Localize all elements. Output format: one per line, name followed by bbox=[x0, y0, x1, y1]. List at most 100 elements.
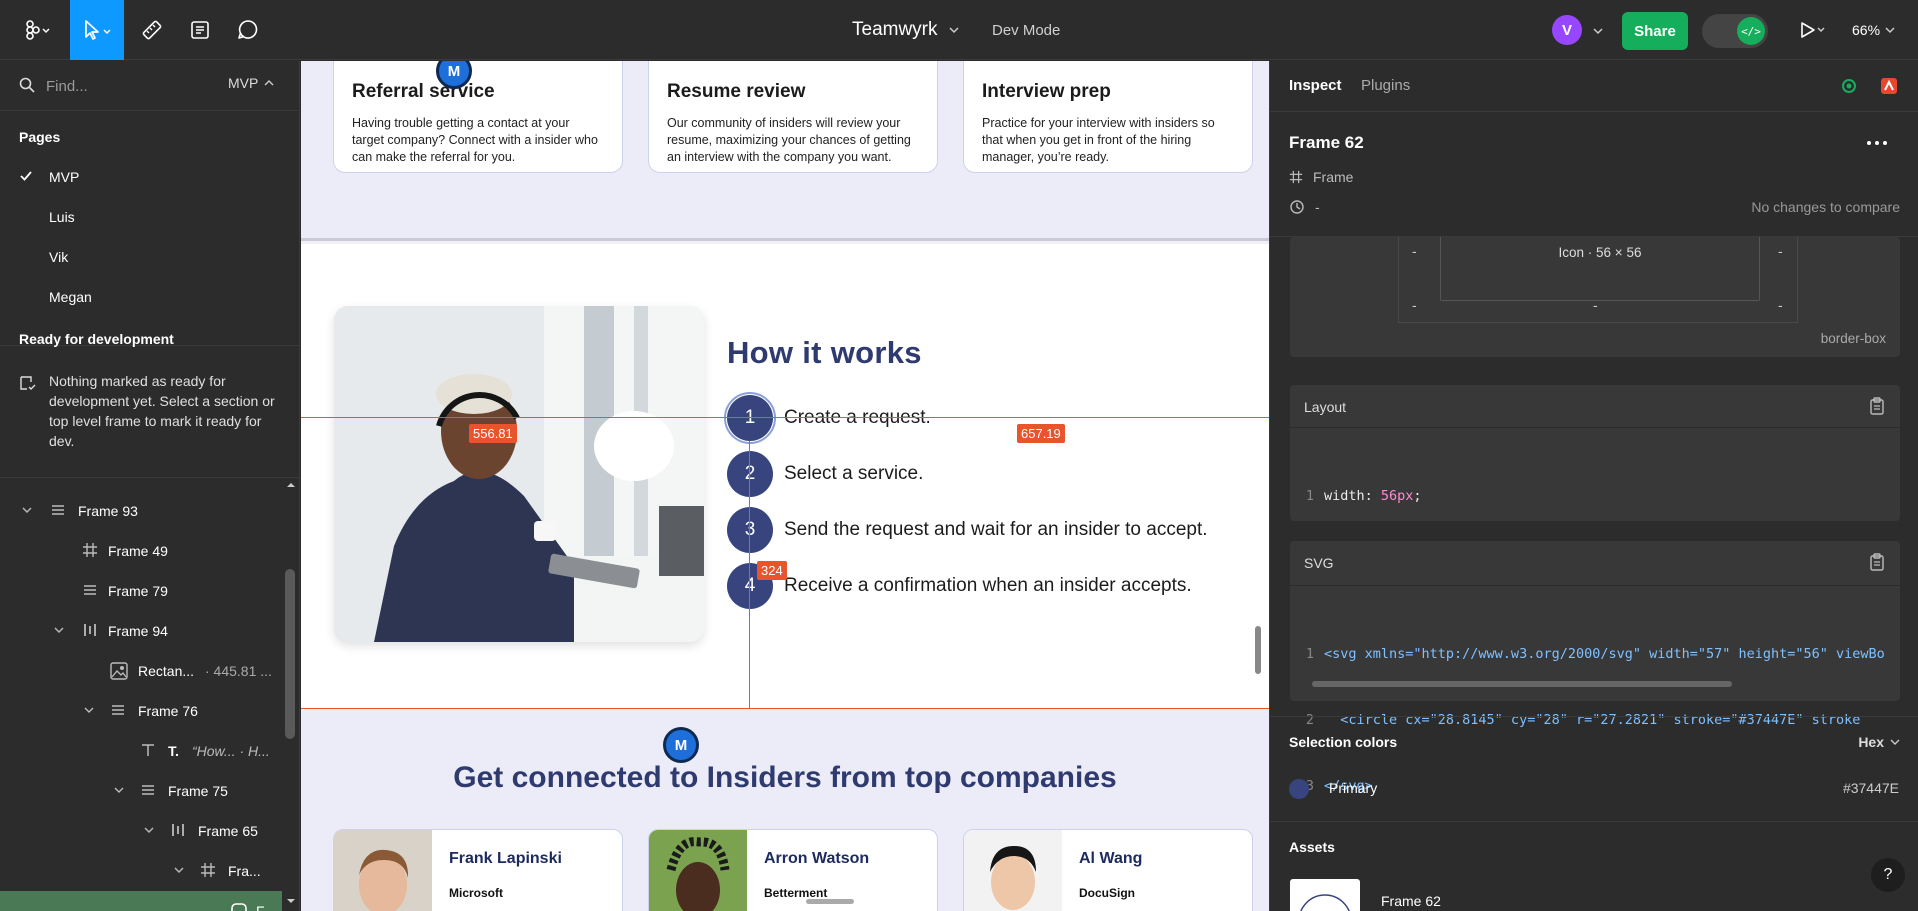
clipboard-icon[interactable] bbox=[1868, 553, 1886, 571]
plugin-icon[interactable] bbox=[1880, 77, 1898, 95]
frame-type-label: Frame bbox=[1313, 169, 1354, 185]
image-icon bbox=[110, 662, 128, 680]
css-property: width bbox=[1324, 488, 1365, 504]
move-tool-button[interactable] bbox=[70, 0, 124, 60]
service-card[interactable]: Referral service Having trouble getting … bbox=[333, 61, 623, 173]
history-icon bbox=[1290, 200, 1304, 214]
layers-scrollbar-thumb[interactable] bbox=[285, 569, 295, 739]
step-item[interactable]: 1 Create a request. bbox=[724, 392, 1247, 444]
document-icon bbox=[191, 21, 209, 39]
insider-card[interactable]: Al Wang DocuSign bbox=[963, 829, 1253, 911]
service-card[interactable]: Interview prep Practice for your intervi… bbox=[963, 61, 1253, 173]
canvas-scrollbar[interactable] bbox=[1255, 626, 1261, 674]
insider-avatar bbox=[334, 830, 432, 911]
dev-mode-toggle[interactable]: </> bbox=[1702, 14, 1768, 48]
layer-row[interactable]: Frame 76 bbox=[0, 691, 282, 731]
caret-down-icon bbox=[114, 787, 124, 793]
layer-row[interactable]: Frame 94 bbox=[0, 611, 282, 651]
layer-name: Frame 94 bbox=[108, 623, 168, 639]
tab-inspect[interactable]: Inspect bbox=[1289, 77, 1342, 94]
insider-company: DocuSign bbox=[1079, 886, 1135, 900]
layer-row[interactable]: Rectan... · 445.81 ... bbox=[0, 651, 282, 691]
panel-divider bbox=[1290, 585, 1900, 586]
chevron-up-icon bbox=[264, 80, 274, 86]
insiders-title: Get connected to Insiders from top compa… bbox=[453, 761, 1117, 794]
layer-search-input[interactable] bbox=[46, 75, 166, 97]
layer-row[interactable]: Frame 93 bbox=[0, 491, 282, 531]
asset-preview-circle bbox=[1300, 894, 1350, 911]
layer-meta: “How... · H... bbox=[192, 743, 270, 759]
insider-card[interactable]: Frank Lapinski Microsoft bbox=[333, 829, 623, 911]
comment-tool-button[interactable] bbox=[228, 0, 268, 60]
line-number: 1 bbox=[1305, 488, 1314, 504]
present-button[interactable] bbox=[1790, 0, 1834, 60]
insider-avatar bbox=[649, 830, 747, 911]
layer-row-selected[interactable]: F. bbox=[0, 891, 282, 911]
support-agent-photo[interactable] bbox=[334, 306, 704, 642]
measure-tool-button[interactable] bbox=[132, 0, 172, 60]
layer-row[interactable]: Fra... bbox=[0, 851, 282, 891]
css-value: 56px bbox=[1380, 488, 1414, 504]
clipboard-icon[interactable] bbox=[1868, 397, 1886, 415]
layout-section: Layout 1width: 56px; 2height: 56px; 3fle… bbox=[1290, 385, 1900, 636]
figma-menu-button[interactable] bbox=[14, 0, 58, 60]
layer-row[interactable]: Frame 49 bbox=[0, 531, 282, 571]
status-dot-icon[interactable] bbox=[1841, 78, 1857, 94]
insider-card[interactable]: Arron Watson Betterment bbox=[648, 829, 938, 911]
caret-down-icon bbox=[54, 627, 64, 633]
tab-plugins[interactable]: Plugins bbox=[1361, 77, 1410, 94]
user-avatar[interactable]: V bbox=[1552, 15, 1582, 45]
share-button[interactable]: Share bbox=[1622, 12, 1688, 50]
annotate-tool-button[interactable] bbox=[180, 0, 220, 60]
step-item[interactable]: 4 Receive a confirmation when an insider… bbox=[727, 563, 1247, 611]
version-value: - bbox=[1315, 199, 1320, 215]
chevron-down-icon bbox=[948, 27, 959, 34]
page-item-mvp[interactable]: MVP bbox=[0, 157, 299, 197]
step-number-icon[interactable]: 1 bbox=[724, 392, 776, 444]
code-horizontal-scrollbar[interactable] bbox=[1312, 681, 1732, 687]
step-number-icon[interactable]: 3 bbox=[727, 507, 773, 553]
page-item-megan[interactable]: Megan bbox=[0, 277, 299, 317]
step-item[interactable]: 3 Send the request and wait for an insid… bbox=[727, 507, 1247, 555]
service-card[interactable]: Resume review Our community of insiders … bbox=[648, 61, 938, 173]
layer-row[interactable]: Frame 65 bbox=[0, 811, 282, 851]
service-description: Our community of insiders will review yo… bbox=[667, 116, 911, 164]
version-row[interactable]: - bbox=[1289, 199, 1320, 215]
selection-color-row[interactable]: Primary #37447E bbox=[1289, 776, 1899, 804]
page-item-vik[interactable]: Vik bbox=[0, 237, 299, 277]
color-swatch bbox=[1289, 779, 1309, 799]
color-format-dropdown[interactable]: Hex bbox=[1858, 734, 1900, 750]
inspect-panel: Inspect Plugins Frame 62 Frame - No chan… bbox=[1269, 61, 1918, 911]
search-row: MVP bbox=[0, 61, 299, 111]
canvas-horizontal-scrollbar[interactable] bbox=[806, 899, 854, 904]
layer-row[interactable]: Frame 79 bbox=[0, 571, 282, 611]
measurement-guide-horizontal bbox=[301, 417, 1269, 418]
chevron-up-icon bbox=[287, 483, 295, 487]
chevron-down-icon[interactable] bbox=[1592, 25, 1604, 37]
page-item-label: Megan bbox=[49, 289, 92, 305]
frame-type-row: Frame bbox=[1289, 169, 1353, 185]
chevron-down-icon bbox=[287, 899, 295, 903]
help-button[interactable]: ? bbox=[1871, 858, 1905, 892]
step-number-icon[interactable]: 2 bbox=[727, 451, 773, 497]
color-hex-value: #37447E bbox=[1842, 780, 1899, 796]
insider-name: Al Wang bbox=[1079, 850, 1143, 867]
measurement-label-right: 657.19 bbox=[1017, 424, 1065, 443]
step-item[interactable]: 2 Select a service. bbox=[727, 451, 1247, 499]
layer-row[interactable]: Frame 75 bbox=[0, 771, 282, 811]
asset-thumbnail[interactable] bbox=[1290, 879, 1360, 911]
assets-title: Assets bbox=[1289, 839, 1335, 855]
vertical-stack-icon bbox=[84, 585, 96, 595]
line-number: 2 bbox=[1305, 712, 1314, 728]
svg-code-block[interactable]: 1 <svg xmlns="http://www.w3.org/2000/svg"… bbox=[1290, 599, 1900, 841]
vector-shape-icon bbox=[231, 903, 247, 911]
layer-name: Frame 79 bbox=[108, 583, 168, 599]
design-canvas[interactable]: Referral service Having trouble getting … bbox=[301, 61, 1269, 911]
file-title-menu[interactable]: Teamwyrk bbox=[852, 0, 960, 60]
current-page-selector[interactable]: MVP bbox=[228, 75, 274, 91]
frame-hash-icon bbox=[83, 543, 97, 557]
page-item-luis[interactable]: Luis bbox=[0, 197, 299, 237]
layer-row[interactable]: T. “How... · H... bbox=[0, 731, 282, 771]
more-options-icon[interactable] bbox=[1866, 139, 1888, 147]
zoom-menu[interactable]: 66% bbox=[1852, 0, 1896, 60]
